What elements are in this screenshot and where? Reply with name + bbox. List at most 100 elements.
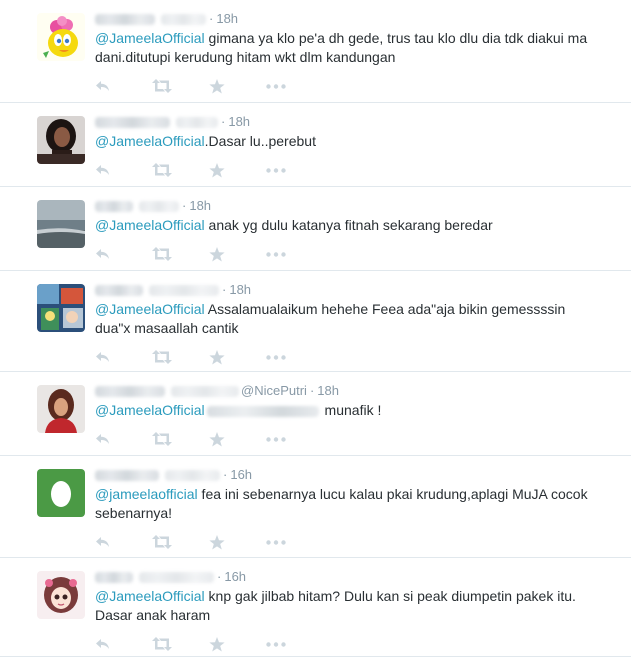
reply-button[interactable] [95, 245, 152, 263]
author-name-blurred[interactable] [95, 386, 165, 398]
reply-icon [95, 248, 110, 261]
tweet-text: @jameelaofficial fea ini sebenarnya lucu… [95, 485, 619, 523]
tweet-text: @JameelaOfficial gimana ya klo pe'a dh g… [95, 29, 619, 67]
author-name-blurred[interactable] [95, 572, 133, 584]
retweet-icon [152, 535, 172, 549]
mention-link[interactable]: @JameelaOfficial [95, 301, 205, 317]
mention-link[interactable]: @JameelaOfficial [95, 402, 205, 418]
favorite-button[interactable] [209, 635, 266, 653]
avatar[interactable] [37, 469, 85, 517]
avatar[interactable] [37, 284, 85, 332]
author-handle-blurred[interactable] [149, 285, 219, 297]
tweet-header: · 18h [95, 197, 619, 214]
author-name-blurred[interactable] [95, 201, 133, 213]
author-handle[interactable]: @NicePutri [241, 383, 307, 398]
reply-icon [95, 80, 110, 93]
tweet-text: @JameelaOfficial Assalamualaikum hehehe … [95, 300, 619, 338]
favorite-button[interactable] [209, 77, 266, 95]
separator-dot: · [309, 383, 315, 398]
separator-dot: · [221, 114, 226, 129]
author-handle-blurred[interactable] [161, 14, 206, 26]
retweet-button[interactable] [152, 245, 209, 263]
tweet-timestamp[interactable]: 18h [317, 383, 339, 398]
more-button[interactable] [266, 430, 323, 448]
author-handle-blurred[interactable] [176, 117, 218, 129]
reply-button[interactable] [95, 161, 152, 179]
author-name-blurred[interactable] [95, 117, 170, 129]
favorite-button[interactable] [209, 245, 266, 263]
tweet-timeline: · 18h @JameelaOfficial gimana ya klo pe'a … [0, 0, 631, 657]
avatar[interactable] [37, 385, 85, 433]
tweet-timestamp[interactable]: 18h [216, 11, 238, 26]
mention-link[interactable]: @jameelaofficial [95, 486, 198, 502]
more-icon [266, 167, 286, 173]
retweet-icon [152, 163, 172, 177]
tweet-actions [95, 422, 619, 456]
retweet-button[interactable] [152, 533, 209, 551]
retweet-button[interactable] [152, 430, 209, 448]
more-button[interactable] [266, 348, 323, 366]
more-button[interactable] [266, 77, 323, 95]
author-name-blurred[interactable] [95, 470, 159, 482]
author-handle-blurred[interactable] [139, 201, 179, 213]
author-name-blurred[interactable] [95, 285, 143, 297]
mention-link[interactable]: @JameelaOfficial [95, 217, 205, 233]
star-icon [209, 431, 225, 447]
more-button[interactable] [266, 161, 323, 179]
tweet-actions [95, 340, 619, 374]
favorite-button[interactable] [209, 533, 266, 551]
retweet-button[interactable] [152, 348, 209, 366]
star-icon [209, 162, 225, 178]
more-button[interactable] [266, 635, 323, 653]
tweet-text: @JameelaOfficial anak yg dulu katanya fi… [95, 216, 619, 235]
mention-link[interactable]: @JameelaOfficial [95, 588, 205, 604]
avatar[interactable] [37, 200, 85, 248]
retweet-button[interactable] [152, 77, 209, 95]
star-icon [209, 534, 225, 550]
retweet-icon [152, 79, 172, 93]
tweet-text: @JameelaOfficial knp gak jilbab hitam? D… [95, 587, 619, 625]
tweet-timestamp[interactable]: 18h [189, 198, 211, 213]
tweet-timestamp[interactable]: 16h [224, 569, 246, 584]
tweet-actions [95, 237, 619, 271]
tweet-timestamp[interactable]: 18h [228, 114, 250, 129]
favorite-button[interactable] [209, 161, 266, 179]
tweet-item: · 18h @JameelaOfficial gimana ya klo pe'a … [0, 0, 631, 103]
more-button[interactable] [266, 533, 323, 551]
retweet-button[interactable] [152, 161, 209, 179]
reply-icon [95, 164, 110, 177]
reply-button[interactable] [95, 533, 152, 551]
author-handle-blurred[interactable] [171, 386, 239, 398]
tweet-item: · 16h @jameelaofficial fea ini sebenarnya … [0, 456, 631, 558]
tweet-timestamp[interactable]: 16h [230, 467, 252, 482]
retweet-button[interactable] [152, 635, 209, 653]
tweet-item: · 16h @JameelaOfficial knp gak jilbab hita… [0, 558, 631, 657]
star-icon [209, 78, 225, 94]
tweet-item: @NicePutri · 18h @JameelaOfficial munafik ! [0, 372, 631, 456]
tweet-header: · 16h [95, 466, 619, 483]
avatar[interactable] [37, 116, 85, 164]
author-handle-blurred[interactable] [139, 572, 214, 584]
tweet-actions [95, 525, 619, 559]
tweet-text: @JameelaOfficial.Dasar lu..perebut [95, 132, 619, 151]
tweet-actions [95, 627, 619, 661]
favorite-button[interactable] [209, 430, 266, 448]
author-handle-blurred[interactable] [165, 470, 220, 482]
mention-link[interactable]: @JameelaOfficial [95, 30, 205, 46]
favorite-button[interactable] [209, 348, 266, 366]
separator-dot: · [209, 11, 214, 26]
reply-button[interactable] [95, 348, 152, 366]
tweet-item: · 18h @JameelaOfficial anak yg dulu katany… [0, 187, 631, 271]
avatar[interactable] [37, 13, 85, 61]
star-icon [209, 246, 225, 262]
reply-button[interactable] [95, 635, 152, 653]
more-button[interactable] [266, 245, 323, 263]
tweet-timestamp[interactable]: 18h [229, 282, 251, 297]
author-name-blurred[interactable] [95, 14, 155, 26]
reply-button[interactable] [95, 430, 152, 448]
reply-button[interactable] [95, 77, 152, 95]
avatar[interactable] [37, 571, 85, 619]
tweet-body: anak yg dulu katanya fitnah sekarang ber… [204, 217, 493, 233]
tweet-header: · 18h [95, 281, 619, 298]
mention-link[interactable]: @JameelaOfficial [95, 133, 205, 149]
